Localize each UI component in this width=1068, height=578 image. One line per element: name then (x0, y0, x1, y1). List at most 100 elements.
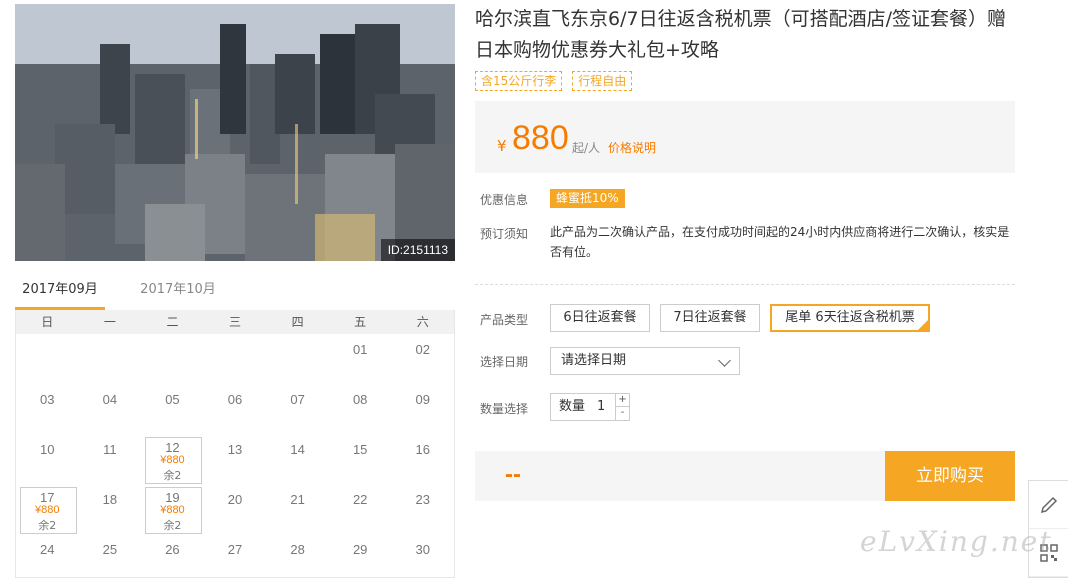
calendar-day-number: 08 (352, 392, 368, 407)
calendar-day-number: 26 (165, 542, 180, 557)
calendar-week-row: 03 04 05 06 07 08 09 (16, 384, 454, 434)
buy-now-button[interactable]: 立即购买 (885, 451, 1015, 501)
calendar-day-number: 28 (290, 542, 305, 557)
calendar-day: 15 (329, 434, 392, 484)
calendar-day: 30 (391, 534, 454, 578)
calendar-day[interactable]: 12 ¥880 余2 (141, 434, 204, 484)
calendar-day: 02 (391, 334, 454, 384)
date-select-value: 请选择日期 (561, 353, 627, 368)
calendar-day-price: ¥880 (160, 504, 185, 516)
calendar-day-number: 02 (415, 342, 430, 357)
discount-badge: 蜂蜜抵10% (550, 189, 625, 208)
calendar-day[interactable]: 19 ¥880 余2 (141, 484, 204, 534)
calendar-day-number: 30 (415, 542, 430, 557)
weekday-label: 四 (291, 315, 304, 329)
calendar-day: 05 (141, 384, 204, 434)
section-divider (475, 284, 1015, 285)
calendar-day-price: ¥880 (160, 454, 185, 466)
quantity-value[interactable]: 1 (597, 394, 605, 420)
calendar-day: 13 (204, 434, 267, 484)
calendar-day-number: 22 (352, 492, 368, 507)
calendar-day-number: 24 (40, 542, 55, 557)
calendar-day-number: 13 (227, 442, 243, 457)
calendar-day-number: 11 (103, 442, 117, 457)
calendar-week-row: 10 11 12 ¥880 余2 13 14 15 16 (16, 434, 454, 484)
calendar-day: 08 (329, 384, 392, 434)
price-explanation-link[interactable]: 价格说明 (608, 139, 656, 156)
calendar-day-remaining: 余2 (163, 519, 182, 532)
calendar-weekday-header: 日 一 二 三 四 五 六 (16, 310, 454, 334)
city-skyline-illustration (15, 4, 455, 261)
calendar-day: 18 (79, 484, 142, 534)
calendar-day: 22 (329, 484, 392, 534)
weekday-label: 一 (103, 315, 116, 329)
calendar-day-number: 27 (227, 542, 243, 557)
calendar-day: 10 (16, 434, 79, 484)
tag-free-itinerary: 行程自由 (572, 71, 633, 91)
feedback-button[interactable] (1029, 481, 1068, 529)
product-title: 哈尔滨直飞东京6/7日往返含税机票（可搭配酒店/签证套餐）赠日本购物优惠券大礼包… (475, 8, 1006, 61)
calendar-empty-cell (79, 334, 142, 384)
calendar-day: 23 (391, 484, 454, 534)
calendar-day: 28 (266, 534, 329, 578)
chevron-down-icon (718, 354, 731, 367)
option-6-day-package[interactable]: 6日往返套餐 (550, 304, 650, 332)
calendar-grid: 日 一 二 三 四 五 六 01 02 03 04 05 06 07 08 09 10 11 12 ¥8… (15, 310, 455, 578)
calendar-day[interactable]: 17 ¥880 余2 (16, 484, 79, 534)
tab-month-oct[interactable]: 2017年10月 (133, 278, 223, 310)
total-price: -- (505, 461, 521, 488)
option-last-minute-ticket[interactable]: 尾单 6天往返含税机票 (770, 304, 930, 332)
notice-text: 此产品为二次确认产品，在支付成功时间起的24小时内供应商将进行二次确认，核实是否… (550, 225, 1010, 259)
calendar-week-row: 17 ¥880 余2 18 19 ¥880 余2 20 21 22 23 (16, 484, 454, 534)
calendar-day-number: 17 (40, 490, 55, 505)
calendar-day: 26 (141, 534, 204, 578)
calendar-day: 11 (79, 434, 142, 484)
calendar-day: 09 (391, 384, 454, 434)
option-7-day-package[interactable]: 7日往返套餐 (660, 304, 760, 332)
selected-corner-icon (918, 320, 928, 330)
calendar-day-remaining: 余2 (38, 519, 57, 532)
site-watermark: eLvXing.net (860, 525, 1053, 558)
image-id-label: ID:2151113 (380, 239, 455, 261)
quantity-decrease-button[interactable]: - (615, 407, 629, 420)
quantity-inner-label: 数量 (559, 399, 586, 414)
calendar-day-number: 04 (102, 392, 118, 407)
calendar-day-number: 19 (165, 490, 180, 505)
calendar-empty-cell (16, 334, 79, 384)
weekday-label: 六 (416, 315, 429, 329)
price-currency: ¥ (497, 137, 507, 155)
product-type-label: 产品类型 (480, 313, 529, 327)
calendar-day-number: 15 (352, 442, 368, 457)
tag-luggage: 含15公斤行李 (475, 71, 563, 91)
calendar-day: 27 (204, 534, 267, 578)
calendar-day-remaining: 余2 (163, 469, 182, 482)
product-tags: 含15公斤行李 行程自由 (475, 71, 633, 91)
calendar-day-number: 05 (165, 392, 180, 407)
calendar-day-number: 12 (165, 440, 180, 455)
calendar-day: 03 (16, 384, 79, 434)
price-amount: 880 (512, 119, 569, 157)
calendar-week-row: 24 25 26 27 28 29 30 (16, 534, 454, 578)
quantity-increase-button[interactable]: + (615, 394, 629, 407)
price-box: ¥ 880 起/人 价格说明 (475, 101, 1015, 173)
calendar-day: 06 (204, 384, 267, 434)
tab-month-sep[interactable]: 2017年09月 (15, 278, 105, 310)
buy-bar: -- 立即购买 (475, 451, 1015, 501)
calendar-day: 20 (204, 484, 267, 534)
calendar-day: 04 (79, 384, 142, 434)
weekday-label: 三 (229, 315, 242, 329)
date-label: 选择日期 (480, 355, 529, 369)
calendar-day: 14 (266, 434, 329, 484)
calendar-day: 21 (266, 484, 329, 534)
notice-label: 预订须知 (480, 227, 529, 241)
calendar-day-number: 01 (352, 342, 368, 357)
weekday-label: 日 (41, 315, 54, 329)
product-hero-image: ID:2151113 (15, 4, 455, 261)
calendar-day-price: ¥880 (35, 504, 60, 516)
pencil-icon (1040, 496, 1058, 514)
calendar-day: 29 (329, 534, 392, 578)
calendar-empty-cell (141, 334, 204, 384)
calendar-day-number: 23 (415, 492, 430, 507)
quantity-label: 数量选择 (480, 402, 529, 416)
date-select[interactable]: 请选择日期 (550, 347, 740, 375)
